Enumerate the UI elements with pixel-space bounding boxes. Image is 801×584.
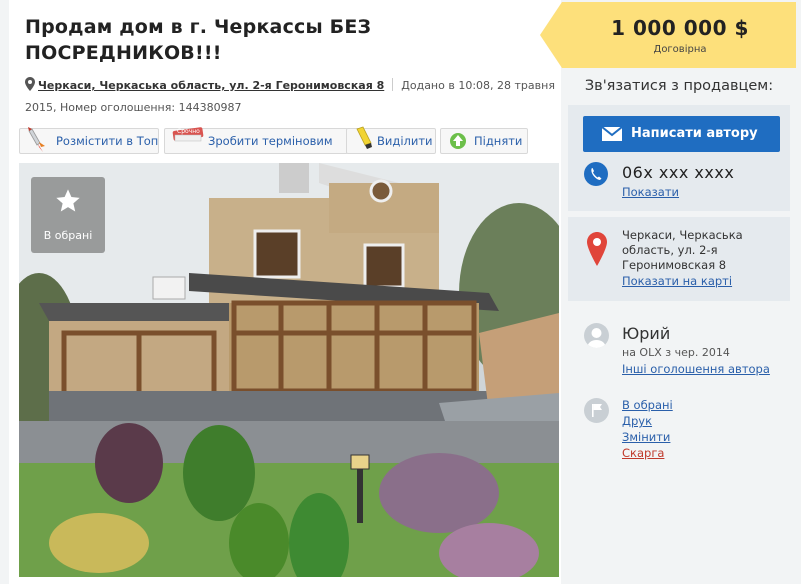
map-pin-icon [587, 232, 607, 266]
ad-title: Продам дом в г. Черкассы БЕЗ ПОСРЕДНИКОВ… [25, 16, 372, 64]
location-pin-icon [25, 77, 35, 98]
add-to-favorites-button[interactable]: В обрані [31, 177, 105, 253]
show-on-map-link[interactable]: Показати на карті [622, 274, 732, 288]
make-urgent-button[interactable]: Срочно Зробити терміновим [164, 125, 348, 155]
other-ads-link[interactable]: Інші оголошення автора [622, 362, 770, 376]
tool-edit-link[interactable]: Змінити [622, 430, 670, 444]
urgent-badge-icon: Срочно [171, 125, 205, 155]
envelope-icon [602, 127, 622, 141]
promote-top-label: Розмістити в Топ [56, 134, 159, 148]
ad-meta: Черкаси, Черкаська область, ул. 2-я Геро… [25, 76, 555, 118]
bump-label: Підняти [474, 134, 523, 148]
highlight-label: Виділити [377, 134, 433, 148]
meta-divider [392, 78, 394, 91]
seller-address: Черкаси, Черкаська область, ул. 2-я Геро… [622, 228, 743, 272]
seller-name: Юрий [622, 324, 671, 343]
tool-report-link[interactable]: Скарга [622, 446, 664, 460]
rocket-icon [26, 125, 50, 155]
show-phone-link[interactable]: Показати [622, 185, 679, 199]
bump-button[interactable]: Підняти [440, 128, 528, 154]
write-author-label: Написати автору [631, 126, 758, 141]
highlight-button[interactable]: Виділити [346, 125, 436, 155]
urgent-badge-text: Срочно [177, 128, 200, 135]
flag-icon [584, 398, 609, 423]
seller-since: на OLX з чер. 2014 [622, 346, 730, 359]
favorites-label: В обрані [43, 229, 93, 242]
promote-top-button[interactable]: Розмістити в Топ [19, 125, 159, 155]
phone-icon [584, 162, 608, 186]
marker-icon [353, 125, 377, 155]
ad-main-panel: Продам дом в г. Черкассы БЕЗ ПОСРЕДНИКОВ… [9, 0, 561, 584]
tool-print-link[interactable]: Друк [622, 414, 652, 428]
price-value: 1 000 000 $ [611, 16, 749, 40]
listing-photo[interactable]: В обрані [19, 163, 559, 577]
phone-number: 06x xxx xxxx [622, 163, 735, 182]
seller-avatar-icon [584, 323, 609, 348]
star-icon [56, 189, 80, 212]
up-arrow-icon [447, 125, 471, 155]
write-author-button[interactable]: Написати автору [583, 116, 780, 152]
make-urgent-label: Зробити терміновим [208, 134, 333, 148]
tool-favorites-link[interactable]: В обрані [622, 398, 673, 412]
contact-seller-title: Зв'язатися з продавцем: [584, 78, 774, 94]
price-negotiable: Договірна [653, 44, 707, 55]
ad-location-link[interactable]: Черкаси, Черкаська область, ул. 2-я Геро… [38, 79, 384, 92]
